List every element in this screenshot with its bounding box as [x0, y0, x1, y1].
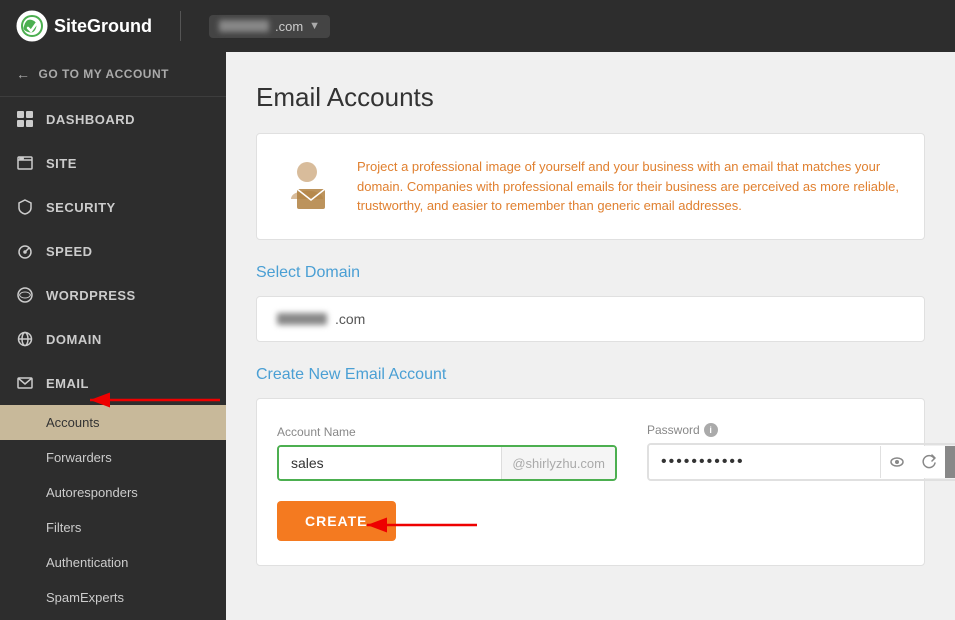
account-name-group: Account Name @shirlyzhu.com [277, 425, 617, 481]
security-label: SECURITY [46, 200, 116, 215]
logo-text: SiteGround [54, 16, 152, 37]
wordpress-label: WORDPRESS [46, 288, 136, 303]
content-area: Email Accounts Project a professional im… [226, 52, 955, 620]
dashboard-icon [16, 110, 34, 128]
sidebar-item-speed[interactable]: SPEED [0, 229, 226, 273]
domain-selector[interactable]: .com ▼ [209, 15, 330, 38]
wordpress-icon [16, 286, 34, 304]
goto-label: GO TO MY ACCOUNT [39, 67, 169, 81]
dashboard-label: DASHBOARD [46, 112, 135, 127]
sidebar-item-spamexperts[interactable]: SpamExperts [0, 580, 226, 615]
account-name-input-wrap: @shirlyzhu.com [277, 445, 617, 481]
password-group: Password i [647, 423, 955, 481]
site-icon [16, 154, 34, 172]
password-label: Password [647, 423, 700, 437]
sidebar: ← GO TO MY ACCOUNT DASHBOARD SITE SECURI… [0, 52, 226, 620]
forwarders-sub-label: Forwarders [46, 450, 112, 465]
domain-blur [219, 20, 269, 32]
create-section-title: Create New Email Account [256, 366, 925, 384]
filters-sub-label: Filters [46, 520, 81, 535]
copy-button[interactable]: COPY [945, 446, 955, 478]
speed-icon [16, 242, 34, 260]
sidebar-item-accounts[interactable]: Accounts [0, 405, 226, 440]
sidebar-item-email[interactable]: EMAIL [0, 361, 226, 405]
goto-my-account[interactable]: ← GO TO MY ACCOUNT [0, 52, 226, 97]
password-actions: COPY [880, 446, 955, 478]
top-bar: SiteGround .com ▼ [0, 0, 955, 52]
password-refresh-button[interactable] [913, 446, 945, 478]
create-button-area: CREATE [277, 501, 396, 541]
domain-box: .com [256, 296, 925, 342]
chevron-down-icon: ▼ [309, 20, 320, 32]
page-title: Email Accounts [256, 82, 925, 113]
sidebar-item-domain[interactable]: DOMAIN [0, 317, 226, 361]
email-icon [16, 374, 34, 392]
domain-suffix: .com [275, 19, 303, 34]
account-name-input[interactable] [279, 447, 501, 479]
password-visibility-toggle[interactable] [881, 446, 913, 478]
security-icon [16, 198, 34, 216]
sidebar-item-site[interactable]: SITE [0, 141, 226, 185]
create-section: Account Name @shirlyzhu.com Password i [256, 398, 925, 566]
sidebar-item-filters[interactable]: Filters [0, 510, 226, 545]
logo: SiteGround [16, 10, 152, 42]
domain-nav-label: DOMAIN [46, 332, 102, 347]
authentication-sub-label: Authentication [46, 555, 128, 570]
accounts-sub-label: Accounts [46, 415, 99, 430]
domain-box-suffix: .com [335, 311, 365, 327]
spamexperts-sub-label: SpamExperts [46, 590, 124, 605]
sidebar-item-wordpress[interactable]: WORDPRESS [0, 273, 226, 317]
password-label-row: Password i [647, 423, 955, 437]
topbar-divider [180, 11, 181, 41]
domain-box-blur [277, 313, 327, 325]
speed-label: SPEED [46, 244, 93, 259]
eye-icon [889, 454, 905, 470]
sidebar-item-autoresponders[interactable]: Autoresponders [0, 475, 226, 510]
form-row: Account Name @shirlyzhu.com Password i [277, 423, 904, 481]
globe-icon [16, 330, 34, 348]
back-arrow-icon: ← [16, 66, 31, 82]
sidebar-item-security[interactable]: SECURITY [0, 185, 226, 229]
password-input-wrap: COPY [647, 443, 955, 481]
siteground-logo-icon [16, 10, 48, 42]
email-nav-label: EMAIL [46, 376, 89, 391]
autoresponders-sub-label: Autoresponders [46, 485, 138, 500]
sidebar-item-forwarders[interactable]: Forwarders [0, 440, 226, 475]
account-name-label: Account Name [277, 425, 617, 439]
refresh-icon [921, 454, 937, 470]
main-layout: ← GO TO MY ACCOUNT DASHBOARD SITE SECURI… [0, 52, 955, 620]
select-domain-title: Select Domain [256, 264, 925, 282]
password-info-icon[interactable]: i [704, 423, 718, 437]
sidebar-item-statistics[interactable]: STATISTICS [0, 615, 226, 620]
info-text: Project a professional image of yourself… [357, 157, 904, 216]
sidebar-item-dashboard[interactable]: DASHBOARD [0, 97, 226, 141]
info-banner: Project a professional image of yourself… [256, 133, 925, 240]
sidebar-item-authentication[interactable]: Authentication [0, 545, 226, 580]
site-label: SITE [46, 156, 77, 171]
email-person-icon [277, 154, 337, 219]
password-input[interactable] [649, 445, 880, 479]
create-button[interactable]: CREATE [277, 501, 396, 541]
domain-box-content: .com [277, 311, 904, 327]
account-name-suffix: @shirlyzhu.com [501, 447, 615, 479]
